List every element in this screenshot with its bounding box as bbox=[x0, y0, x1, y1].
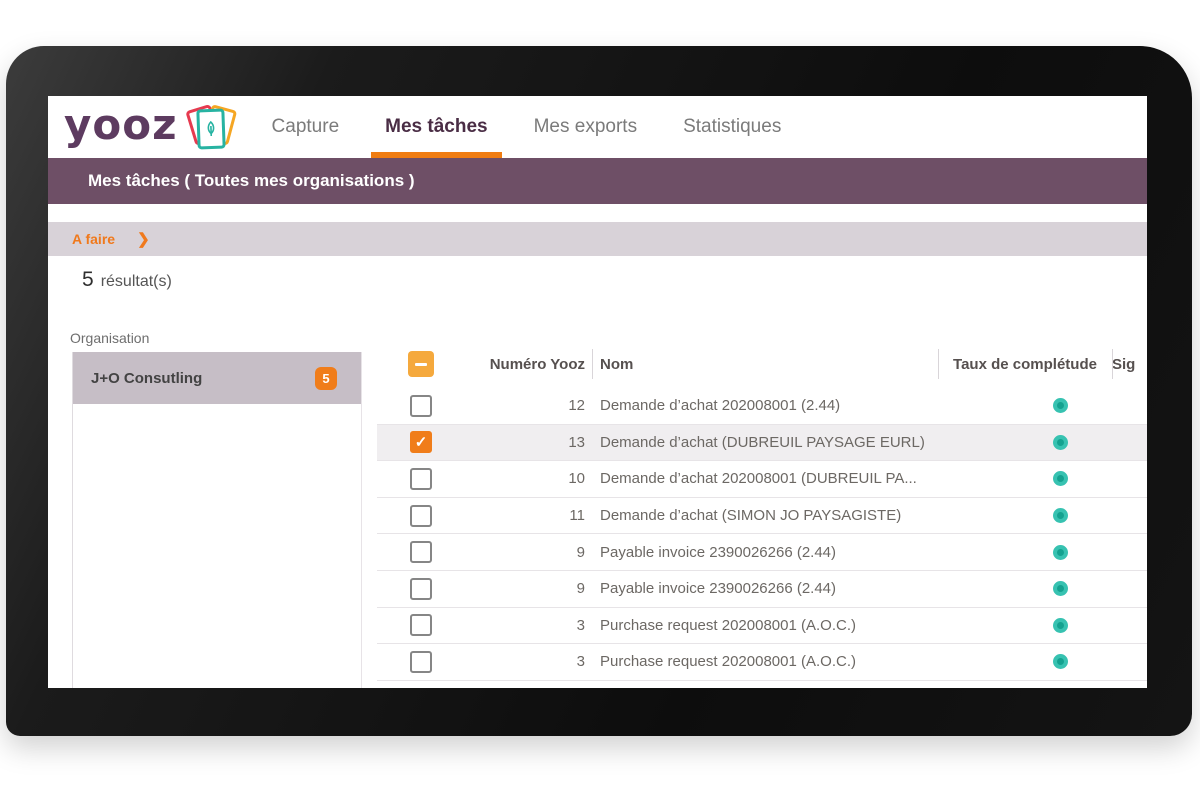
row-nom: Purchase request 202008001 (A.O.C.) bbox=[585, 653, 973, 670]
table-row[interactable]: 9 Payable invoice 2390026266 (2.44) bbox=[377, 534, 1147, 571]
nav-mes-exports[interactable]: Mes exports bbox=[534, 96, 637, 158]
row-nom: Demande d’achat 202008001 (2.44) bbox=[585, 397, 973, 414]
tablet-bezel: yooz Capture Mes tâches Mes exports bbox=[6, 46, 1192, 736]
table-row[interactable]: 9 Payable invoice 2390026266 (2.44) bbox=[377, 571, 1147, 608]
completeness-indicator bbox=[1053, 581, 1068, 596]
row-nom: Demande d’achat 202008001 (DUBREUIL PA..… bbox=[585, 470, 973, 487]
row-numero: 10 bbox=[447, 470, 585, 487]
organisation-panel: J+O Consutling 5 bbox=[72, 352, 362, 688]
select-all-checkbox[interactable] bbox=[408, 351, 434, 377]
completeness-indicator bbox=[1053, 545, 1068, 560]
row-numero: 3 bbox=[447, 653, 585, 670]
teal-card-icon bbox=[196, 109, 225, 150]
column-header-numero[interactable]: Numéro Yooz bbox=[447, 356, 585, 373]
filter-bar[interactable]: A faire ❯ bbox=[48, 222, 1147, 256]
completeness-indicator bbox=[1053, 435, 1068, 450]
nav-mes-taches[interactable]: Mes tâches bbox=[385, 96, 487, 158]
row-numero: 9 bbox=[447, 544, 585, 561]
table-header: Numéro Yooz Nom Taux de complétude Sig bbox=[377, 340, 1147, 388]
row-nom: Demande d’achat (DUBREUIL PAYSAGE EURL) bbox=[585, 434, 973, 451]
tasks-table: Numéro Yooz Nom Taux de complétude Sig 1… bbox=[377, 340, 1147, 688]
yooz-cards-icon bbox=[186, 101, 238, 153]
yooz-logo[interactable]: yooz bbox=[64, 101, 238, 153]
completeness-indicator bbox=[1053, 471, 1068, 486]
row-numero: 13 bbox=[447, 434, 585, 451]
main-nav: Capture Mes tâches Mes exports Statistiq… bbox=[272, 96, 782, 158]
row-nom: Purchase request 202008001 (A.O.C.) bbox=[585, 617, 973, 634]
row-nom: Payable invoice 2390026266 (2.44) bbox=[585, 544, 973, 561]
column-header-sig[interactable]: Sig bbox=[1112, 356, 1147, 373]
task-count-badge: 5 bbox=[315, 367, 337, 390]
table-row[interactable]: 3 Purchase request 202008001 (A.O.C.) bbox=[377, 644, 1147, 681]
row-numero: 12 bbox=[447, 397, 585, 414]
header-divider bbox=[938, 349, 939, 379]
top-bar: yooz Capture Mes tâches Mes exports bbox=[48, 96, 1147, 158]
completeness-indicator bbox=[1053, 398, 1068, 413]
page-title: Mes tâches ( Toutes mes organisations ) bbox=[88, 171, 415, 191]
logo-text: yooz bbox=[64, 104, 178, 146]
leaf-icon bbox=[203, 120, 218, 138]
table-row[interactable]: 11 Demande d’achat (SIMON JO PAYSAGISTE) bbox=[377, 498, 1147, 535]
table-row[interactable]: 12 Demande d’achat 202008001 (2.44) bbox=[377, 388, 1147, 425]
row-checkbox[interactable] bbox=[410, 614, 432, 636]
results-count: 5 bbox=[82, 268, 94, 292]
row-nom: Demande d’achat (SIMON JO PAYSAGISTE) bbox=[585, 507, 973, 524]
filter-label[interactable]: A faire bbox=[72, 231, 115, 247]
row-checkbox[interactable] bbox=[410, 578, 432, 600]
nav-statistiques[interactable]: Statistiques bbox=[683, 96, 781, 158]
column-header-nom[interactable]: Nom bbox=[585, 356, 938, 373]
row-checkbox[interactable] bbox=[410, 395, 432, 417]
completeness-indicator bbox=[1053, 618, 1068, 633]
completeness-indicator bbox=[1053, 654, 1068, 669]
row-nom: Payable invoice 2390026266 (2.44) bbox=[585, 580, 973, 597]
header-divider bbox=[592, 349, 593, 379]
organisation-section-label: Organisation bbox=[70, 330, 149, 346]
completeness-indicator bbox=[1053, 508, 1068, 523]
column-header-taux[interactable]: Taux de complétude bbox=[938, 356, 1112, 373]
row-checkbox[interactable] bbox=[410, 541, 432, 563]
results-summary: 5 résultat(s) bbox=[82, 268, 172, 292]
table-row[interactable]: 3 Purchase request 202008001 (A.O.C.) bbox=[377, 608, 1147, 645]
row-numero: 3 bbox=[447, 617, 585, 634]
header-divider bbox=[1112, 349, 1113, 379]
row-numero: 9 bbox=[447, 580, 585, 597]
nav-capture[interactable]: Capture bbox=[272, 96, 340, 158]
sidebar-item-organisation[interactable]: J+O Consutling 5 bbox=[73, 352, 361, 404]
organisation-name: J+O Consutling bbox=[91, 370, 202, 387]
row-numero: 11 bbox=[447, 507, 585, 524]
table-row[interactable]: 13 Demande d’achat (DUBREUIL PAYSAGE EUR… bbox=[377, 425, 1147, 462]
row-checkbox[interactable] bbox=[410, 431, 432, 453]
app-screen: yooz Capture Mes tâches Mes exports bbox=[48, 96, 1147, 688]
row-checkbox[interactable] bbox=[410, 468, 432, 490]
row-checkbox[interactable] bbox=[410, 505, 432, 527]
page-header-banner: Mes tâches ( Toutes mes organisations ) bbox=[48, 158, 1147, 204]
results-label: résultat(s) bbox=[101, 273, 172, 291]
table-row[interactable]: 10 Demande d’achat 202008001 (DUBREUIL P… bbox=[377, 461, 1147, 498]
chevron-right-icon[interactable]: ❯ bbox=[137, 230, 150, 248]
row-checkbox[interactable] bbox=[410, 651, 432, 673]
